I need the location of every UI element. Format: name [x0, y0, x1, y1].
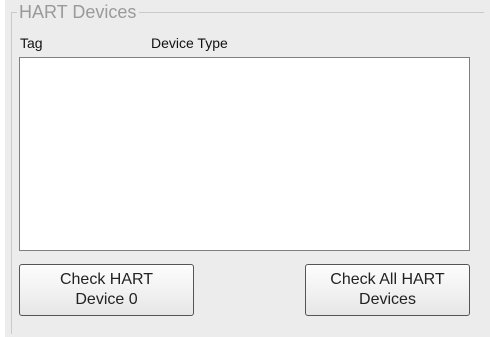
- check-all-hart-devices-button[interactable]: Check All HART Devices: [305, 264, 470, 316]
- column-header-device-type[interactable]: Device Type: [151, 34, 228, 52]
- column-header-tag[interactable]: Tag: [20, 34, 43, 52]
- hart-devices-list[interactable]: [19, 57, 470, 251]
- group-title: HART Devices: [17, 0, 140, 24]
- check-hart-device-button[interactable]: Check HART Device 0: [19, 264, 194, 316]
- hart-devices-panel: HART Devices Tag Device Type Check HART …: [5, 0, 490, 337]
